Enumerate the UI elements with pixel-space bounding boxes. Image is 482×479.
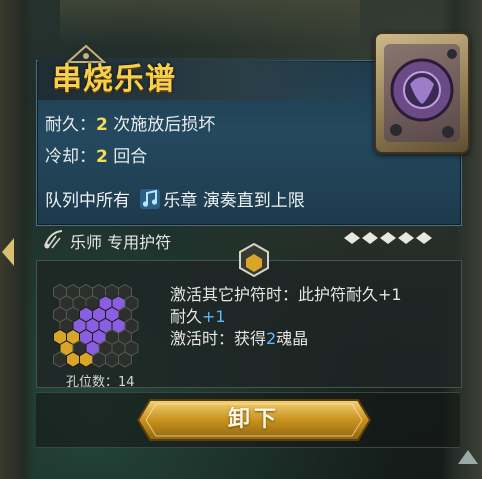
cooldown-value: 2	[96, 147, 108, 167]
item-title: 串烧乐谱	[52, 62, 176, 97]
item-card-art	[374, 32, 470, 154]
detail-line-2-prefix: 耐久	[170, 307, 203, 326]
prev-arrow-icon[interactable]	[2, 238, 14, 266]
empty-slot	[92, 351, 106, 368]
detail-line-2: 耐久+1	[170, 303, 226, 327]
music-note-icon	[140, 189, 161, 209]
cooldown-suffix: 回合	[113, 147, 148, 167]
class-label: 乐师 专用护符	[70, 233, 172, 252]
slot-count: 孔位数：14	[66, 375, 135, 390]
socket-grid	[53, 283, 139, 368]
detail-line-3-suffix: 魂晶	[276, 329, 309, 348]
cooldown-row: 冷却：2 回合	[45, 142, 147, 167]
detail-line-3: 激活时：获得2魂晶	[170, 325, 308, 349]
effect-keyword: 乐章	[163, 191, 198, 211]
detail-line-1: 激活其它护符时：此护符耐久+1	[170, 285, 402, 304]
durability-value: 2	[96, 115, 108, 135]
gold-slot	[79, 351, 93, 368]
background-ornament	[60, 0, 360, 46]
durability-suffix: 次施放后损坏	[113, 115, 216, 135]
empty-slot	[105, 351, 119, 368]
empty-slot	[53, 351, 67, 368]
effect-description: 队列中所有 乐章 演奏直到上限	[45, 186, 305, 211]
empty-slot	[118, 351, 132, 368]
effect-suffix: 演奏直到上限	[202, 191, 305, 211]
cooldown-label: 冷却：	[45, 147, 96, 167]
item-art-icon	[384, 44, 460, 142]
detail-line-3-prefix: 激活时：获得	[170, 329, 267, 348]
unequip-button-label: 卸下	[227, 407, 280, 432]
effect-prefix: 队列中所有	[45, 191, 130, 211]
socket-hex-icon	[239, 242, 269, 278]
gold-slot	[66, 351, 80, 368]
durability-label: 耐久：	[45, 115, 96, 135]
quality-rank-icons	[344, 232, 432, 244]
detail-line-2-value: +1	[202, 307, 226, 326]
durability-row: 耐久：2 次施放后损坏	[45, 110, 215, 135]
musician-class-icon	[44, 230, 63, 249]
detail-line-3-value: 2	[266, 329, 277, 348]
scroll-up-icon[interactable]	[458, 450, 478, 464]
